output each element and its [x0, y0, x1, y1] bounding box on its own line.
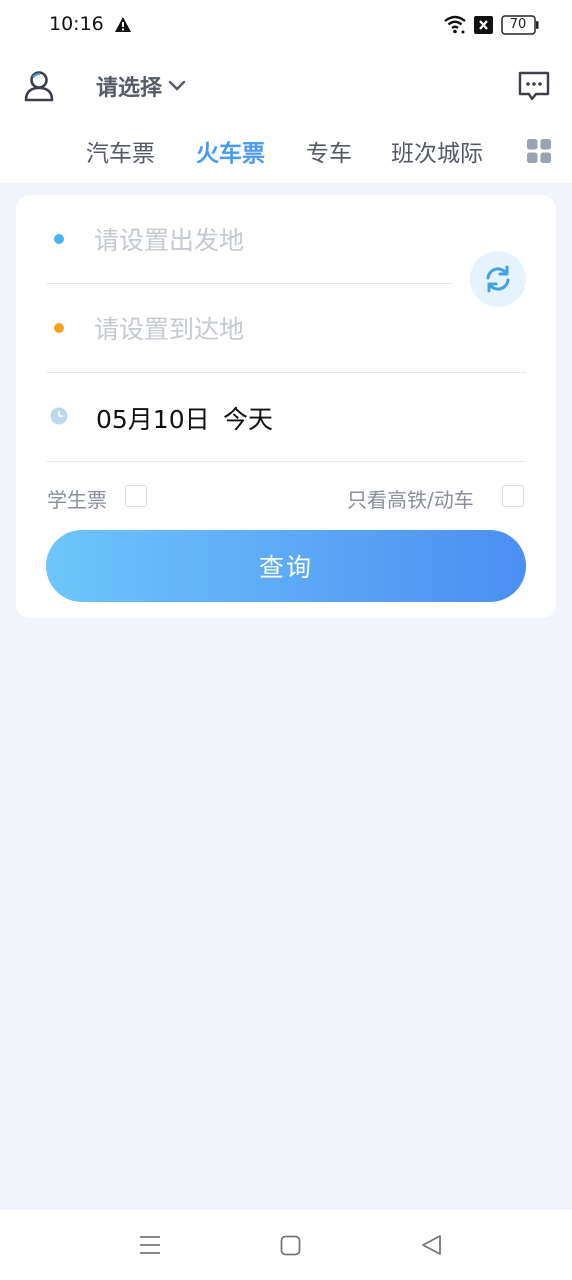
- close-box-icon: [474, 16, 493, 34]
- departure-input[interactable]: [94, 219, 444, 261]
- departure-date[interactable]: 05月10日: [96, 400, 210, 436]
- tab-train-ticket[interactable]: 火车票: [196, 134, 265, 168]
- high-speed-label: 只看高铁/动车: [347, 488, 474, 512]
- user-icon[interactable]: [22, 69, 56, 103]
- student-ticket-label: 学生票: [47, 488, 107, 512]
- divider: [46, 461, 526, 462]
- tab-intercity[interactable]: 班次城际: [391, 134, 483, 168]
- home-square-icon[interactable]: [280, 1235, 301, 1256]
- tab-private-car[interactable]: 专车: [306, 134, 352, 168]
- city-select[interactable]: 请选择: [96, 70, 186, 102]
- arrival-dot: [54, 323, 64, 333]
- divider: [46, 372, 526, 373]
- battery-level: 70: [509, 17, 527, 32]
- departure-dot: [54, 234, 64, 244]
- wifi-icon: [444, 15, 466, 34]
- swap-button[interactable]: [470, 251, 526, 307]
- arrival-input[interactable]: [94, 308, 444, 350]
- top-area: 10:16 70 请选择 汽车票 火车票 专车 班次城际: [0, 0, 572, 183]
- clock-icon: [50, 407, 68, 425]
- tab-bus-ticket[interactable]: 汽车票: [86, 134, 155, 168]
- system-nav-bar: [0, 1210, 572, 1280]
- back-triangle-icon[interactable]: [420, 1234, 442, 1256]
- warning-icon: [115, 17, 131, 32]
- date-day-label[interactable]: 今天: [223, 400, 273, 436]
- swap-refresh-icon: [486, 265, 510, 293]
- menu-icon[interactable]: [139, 1235, 161, 1255]
- status-bar: 10:16 70: [0, 0, 572, 52]
- grid-icon[interactable]: [527, 139, 551, 163]
- high-speed-checkbox[interactable]: [502, 485, 524, 507]
- chevron-down-icon: [168, 80, 186, 91]
- query-button[interactable]: 查询: [46, 530, 526, 602]
- status-time: 10:16: [49, 13, 104, 35]
- search-card: 05月10日 今天 学生票 只看高铁/动车 查询: [16, 195, 556, 618]
- student-ticket-checkbox[interactable]: [125, 485, 147, 507]
- message-icon[interactable]: [517, 70, 551, 102]
- divider: [46, 283, 451, 284]
- city-select-label: 请选择: [96, 76, 163, 101]
